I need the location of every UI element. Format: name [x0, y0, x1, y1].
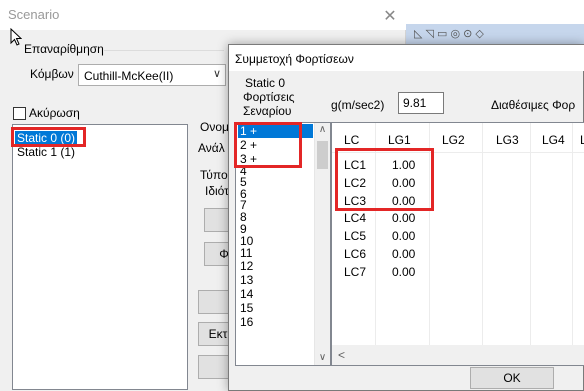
load-participation-dialog: Συμμετοχή Φορτίσεων Static 0 Φορτίσεις Σ… — [228, 44, 584, 391]
scrollbar-thumb[interactable] — [317, 141, 328, 169]
grid-cell-lg1[interactable]: 1.00 — [392, 158, 415, 172]
list-item-load[interactable]: 14 — [238, 288, 255, 301]
list-item-load[interactable]: 13 — [238, 274, 255, 287]
scroll-down-icon[interactable]: ∨ — [315, 352, 330, 363]
list-item-load[interactable]: 12 — [238, 260, 255, 273]
column-header-l: L — [580, 133, 584, 147]
list-item-static-0[interactable]: Static 0 (0) — [15, 131, 78, 145]
scenario-title: Scenario — [8, 7, 60, 22]
list-item-static-1[interactable]: Static 1 (1) — [15, 145, 77, 159]
list-item-load[interactable]: 16 — [238, 316, 255, 329]
column-header-lg4: LG4 — [542, 133, 565, 147]
grid-cell-lg1[interactable]: 0.00 — [392, 229, 415, 243]
grid-cell-lg1[interactable]: 0.00 — [392, 211, 415, 225]
chevron-down-icon: ∨ — [212, 68, 221, 80]
available-loads-label: Διαθέσιμες Φορ — [491, 98, 576, 112]
grid-cell-lc[interactable]: LC1 — [344, 158, 366, 172]
static-label: Static 0 — [245, 76, 286, 90]
g-value-input[interactable] — [398, 92, 444, 114]
grid-cell-lg1[interactable]: 0.00 — [392, 194, 415, 208]
nodes-label: Κόμβων — [30, 67, 74, 81]
grid-header-divider — [332, 152, 584, 153]
scroll-up-icon[interactable]: ∧ — [315, 124, 330, 135]
grid-horizontal-scrollbar[interactable]: < — [332, 345, 584, 365]
load-combination-grid[interactable]: LC LG1 LG2 LG3 LG4 L LC1 1.00 LC2 0.00 L… — [331, 122, 584, 366]
type-label: Τύπος — [200, 168, 228, 182]
list-item-load[interactable]: 11 — [238, 247, 254, 259]
grid-cell-lg1[interactable]: 0.00 — [392, 247, 415, 261]
column-header-lg1: LG1 — [388, 133, 411, 147]
grid-column-divider — [429, 123, 430, 345]
grid-cell-lc[interactable]: LC7 — [344, 265, 366, 279]
scenario-loads-list[interactable]: 1 + 2 + 3 + 4 5 6 7 8 9 10 11 12 13 14 1… — [235, 122, 331, 366]
name-label: Ονομ — [200, 120, 228, 134]
grid-cell-lc[interactable]: LC4 — [344, 211, 366, 225]
toolbar-icons: ◺ ◹ ▭ ◎ ⊙ ◇ — [414, 28, 484, 40]
properties-label: Ιδιότ — [205, 184, 228, 198]
scroll-left-icon[interactable]: < — [338, 348, 345, 362]
close-icon[interactable]: ✕ — [380, 6, 400, 26]
grid-cell-lc[interactable]: LC3 — [344, 194, 366, 208]
dialog-title: Συμμετοχή Φορτίσεων — [235, 52, 354, 66]
list-item-load[interactable]: 1 + — [238, 124, 313, 138]
grid-column-divider — [530, 123, 531, 345]
list-item-load[interactable]: 2 + — [238, 138, 259, 152]
dialog-titlebar: Συμμετοχή Φορτίσεων — [229, 45, 584, 71]
grid-cell-lc[interactable]: LC2 — [344, 176, 366, 190]
scenario-titlebar: Scenario ✕ — [0, 0, 406, 30]
grid-column-divider — [482, 123, 483, 345]
ok-button[interactable]: OK — [470, 367, 554, 389]
grid-cell-lg1[interactable]: 0.00 — [392, 265, 415, 279]
cancel-checkbox[interactable] — [13, 107, 26, 120]
renumbering-method-select[interactable]: Cuthill-McKee(II) ∨ — [78, 64, 226, 86]
scenario-loads-label-line2: Σεναρίου — [243, 104, 292, 118]
column-header-lc: LC — [344, 133, 360, 147]
g-value-field[interactable] — [399, 93, 443, 113]
list-item-load[interactable]: 15 — [238, 302, 255, 315]
renumbering-method-value: Cuthill-McKee(II) — [84, 69, 174, 83]
grid-cell-lg1[interactable]: 0.00 — [392, 176, 415, 190]
scenario-loads-label-line1: Φορτίσεις — [243, 90, 295, 104]
column-header-lg3: LG3 — [496, 133, 519, 147]
ok-button-label: OK — [503, 371, 521, 385]
static-list[interactable]: Static 0 (0) Static 1 (1) — [12, 124, 188, 390]
renumbering-group-label: Επαναρίθμηση — [24, 42, 104, 56]
group-divider — [104, 50, 224, 51]
grid-column-divider — [572, 123, 573, 345]
load-list-scrollbar[interactable]: ∧ ∨ — [314, 123, 330, 365]
mouse-cursor-icon — [10, 28, 22, 46]
cancel-label: Ακύρωση — [29, 106, 80, 120]
grid-cell-lc[interactable]: LC6 — [344, 247, 366, 261]
grid-cell-lc[interactable]: LC5 — [344, 229, 366, 243]
column-header-lg2: LG2 — [442, 133, 465, 147]
grid-column-divider — [375, 123, 376, 345]
g-label: g(m/sec2) — [331, 98, 385, 112]
analysis-label: Ανάλ — [198, 141, 225, 155]
